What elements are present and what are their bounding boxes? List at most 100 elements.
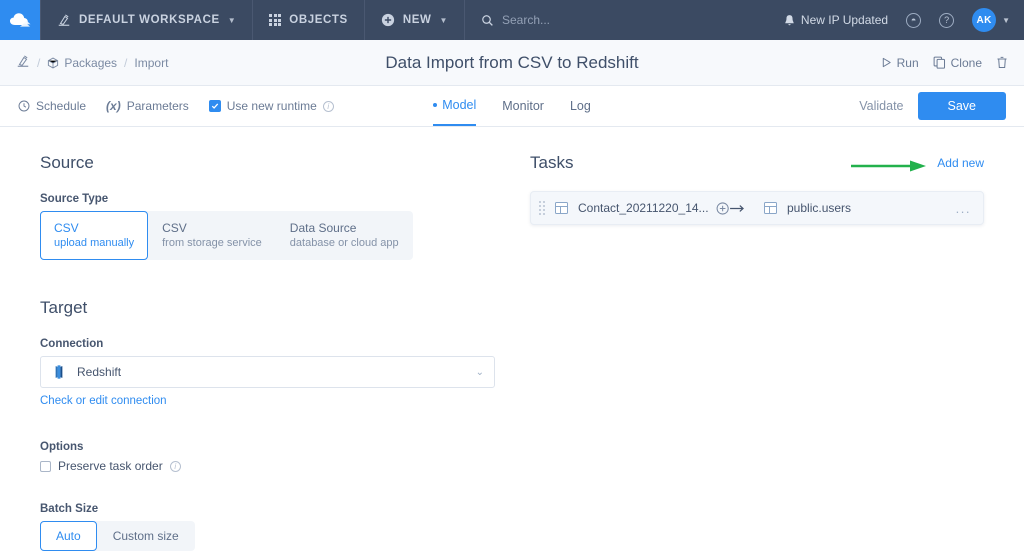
breadcrumb-item-import[interactable]: Import [134,56,168,70]
breadcrumb-workspace-icon[interactable] [16,54,30,71]
task-target-name: public.users [787,201,851,215]
clone-label: Clone [951,56,982,70]
avatar: AK [972,8,996,32]
page-header: / Packages / Import Data Import from CSV… [0,40,1024,86]
tasks-section-title: Tasks [530,153,573,173]
source-type-label: Source Type [40,193,510,205]
workspace-label: DEFAULT WORKSPACE [79,14,220,26]
use-new-runtime-checkbox[interactable]: Use new runtime i [209,99,334,113]
compass-icon[interactable]: ◓ [906,13,921,28]
search-input[interactable]: Search... [502,13,550,27]
chevron-down-icon: ▼ [439,16,448,25]
source-type-selector: CSV upload manually CSV from storage ser… [40,211,413,260]
schedule-button[interactable]: Schedule [18,99,86,113]
help-icon[interactable]: ? [939,13,954,28]
breadcrumb-import-label: Import [134,56,168,70]
tab-monitor-label: Monitor [502,99,544,113]
run-label: Run [897,56,919,70]
tab-log-label: Log [570,99,591,113]
batch-option-custom[interactable]: Custom size [97,521,195,551]
breadcrumb-item-packages[interactable]: Packages [47,56,117,70]
task-source-name: Contact_20211220_14... [578,201,698,215]
batch-option-auto[interactable]: Auto [40,521,97,551]
page-body: Source Source Type CSV upload manually C… [0,127,1024,551]
left-column: Source Source Type CSV upload manually C… [40,153,510,551]
tab-monitor[interactable]: Monitor [502,86,544,126]
connection-select[interactable]: Redshift ⌄ [40,356,495,388]
parameters-button[interactable]: (x) Parameters [106,99,189,113]
copy-icon [933,56,946,69]
source-option-csv-storage[interactable]: CSV from storage service [148,211,276,260]
right-column: Tasks Add new Contact_20211220_14... [510,153,984,551]
source-option-title: Data Source [290,220,399,236]
tab-model[interactable]: Model [433,86,476,126]
bell-icon [784,14,795,27]
source-option-data-source[interactable]: Data Source database or cloud app [276,211,413,260]
add-new-task-button[interactable]: Add new [937,156,984,170]
objects-menu[interactable]: OBJECTS [253,0,365,40]
connection-label: Connection [40,338,510,350]
drag-handle-icon[interactable] [539,201,545,215]
table-icon [555,202,568,214]
nav-right-group: New IP Updated ◓ ? AK ▼ [784,0,1024,40]
workspace-selector[interactable]: DEFAULT WORKSPACE ▼ [40,0,253,40]
notification-item[interactable]: New IP Updated [784,13,888,27]
package-icon [47,57,59,69]
table-icon [764,202,777,214]
right-toolbar: Validate Save [859,92,1006,120]
header-actions: Run Clone [881,56,1008,70]
delete-button[interactable] [996,56,1008,69]
source-option-csv-upload[interactable]: CSV upload manually [40,211,148,260]
new-menu[interactable]: NEW ▼ [365,0,465,40]
save-button[interactable]: Save [918,92,1007,120]
toolbar-tabs: Schedule (x) Parameters Use new runtime … [0,86,1024,127]
clone-button[interactable]: Clone [933,56,982,70]
breadcrumb-separator: / [37,56,40,70]
task-row[interactable]: Contact_20211220_14... public.users ... [530,191,984,225]
source-option-subtitle: from storage service [162,236,262,251]
nav-spacer [566,0,784,40]
clock-icon [18,100,30,112]
task-menu-button[interactable]: ... [956,201,971,216]
options-label: Options [40,441,510,453]
fx-icon: (x) [106,99,121,113]
redshift-icon [51,364,67,380]
target-section-title: Target [40,298,510,318]
breadcrumb: / Packages / Import [16,54,168,71]
app-logo[interactable] [0,0,40,40]
new-label: NEW [403,14,432,26]
workspace-icon [57,13,71,27]
chevron-down-icon: ▼ [228,16,237,25]
checkbox-unchecked-icon[interactable] [40,461,51,472]
source-section-title: Source [40,153,510,173]
batch-size-label: Batch Size [40,503,510,515]
task-mapping-icon[interactable] [708,202,754,215]
active-dot-icon [433,103,437,107]
plus-circle-arrow-icon [716,202,746,215]
user-menu[interactable]: AK ▼ [972,8,1010,32]
use-new-runtime-label: Use new runtime [227,99,317,113]
objects-label: OBJECTS [289,14,348,26]
left-toolbar: Schedule (x) Parameters Use new runtime … [18,99,334,113]
source-option-title: CSV [54,220,134,236]
plus-circle-icon [381,13,395,27]
top-navigation-bar: DEFAULT WORKSPACE ▼ OBJECTS NEW ▼ Search… [0,0,1024,40]
info-icon[interactable]: i [170,461,181,472]
check-or-edit-connection-link[interactable]: Check or edit connection [40,395,167,407]
run-button[interactable]: Run [881,56,919,70]
validate-button[interactable]: Validate [859,99,903,113]
breadcrumb-separator: / [124,56,127,70]
info-icon[interactable]: i [323,101,334,112]
batch-size-selector: Auto Custom size [40,521,195,551]
grid-icon [269,14,281,26]
tab-log[interactable]: Log [570,86,591,126]
source-option-subtitle: upload manually [54,236,134,251]
parameters-label: Parameters [127,99,189,113]
search-icon [481,14,494,27]
connection-value: Redshift [77,365,121,379]
preserve-task-order-row[interactable]: Preserve task order i [40,459,510,473]
tab-model-label: Model [442,98,476,112]
search-box[interactable]: Search... [465,0,566,40]
trash-icon [996,56,1008,69]
source-option-title: CSV [162,220,262,236]
